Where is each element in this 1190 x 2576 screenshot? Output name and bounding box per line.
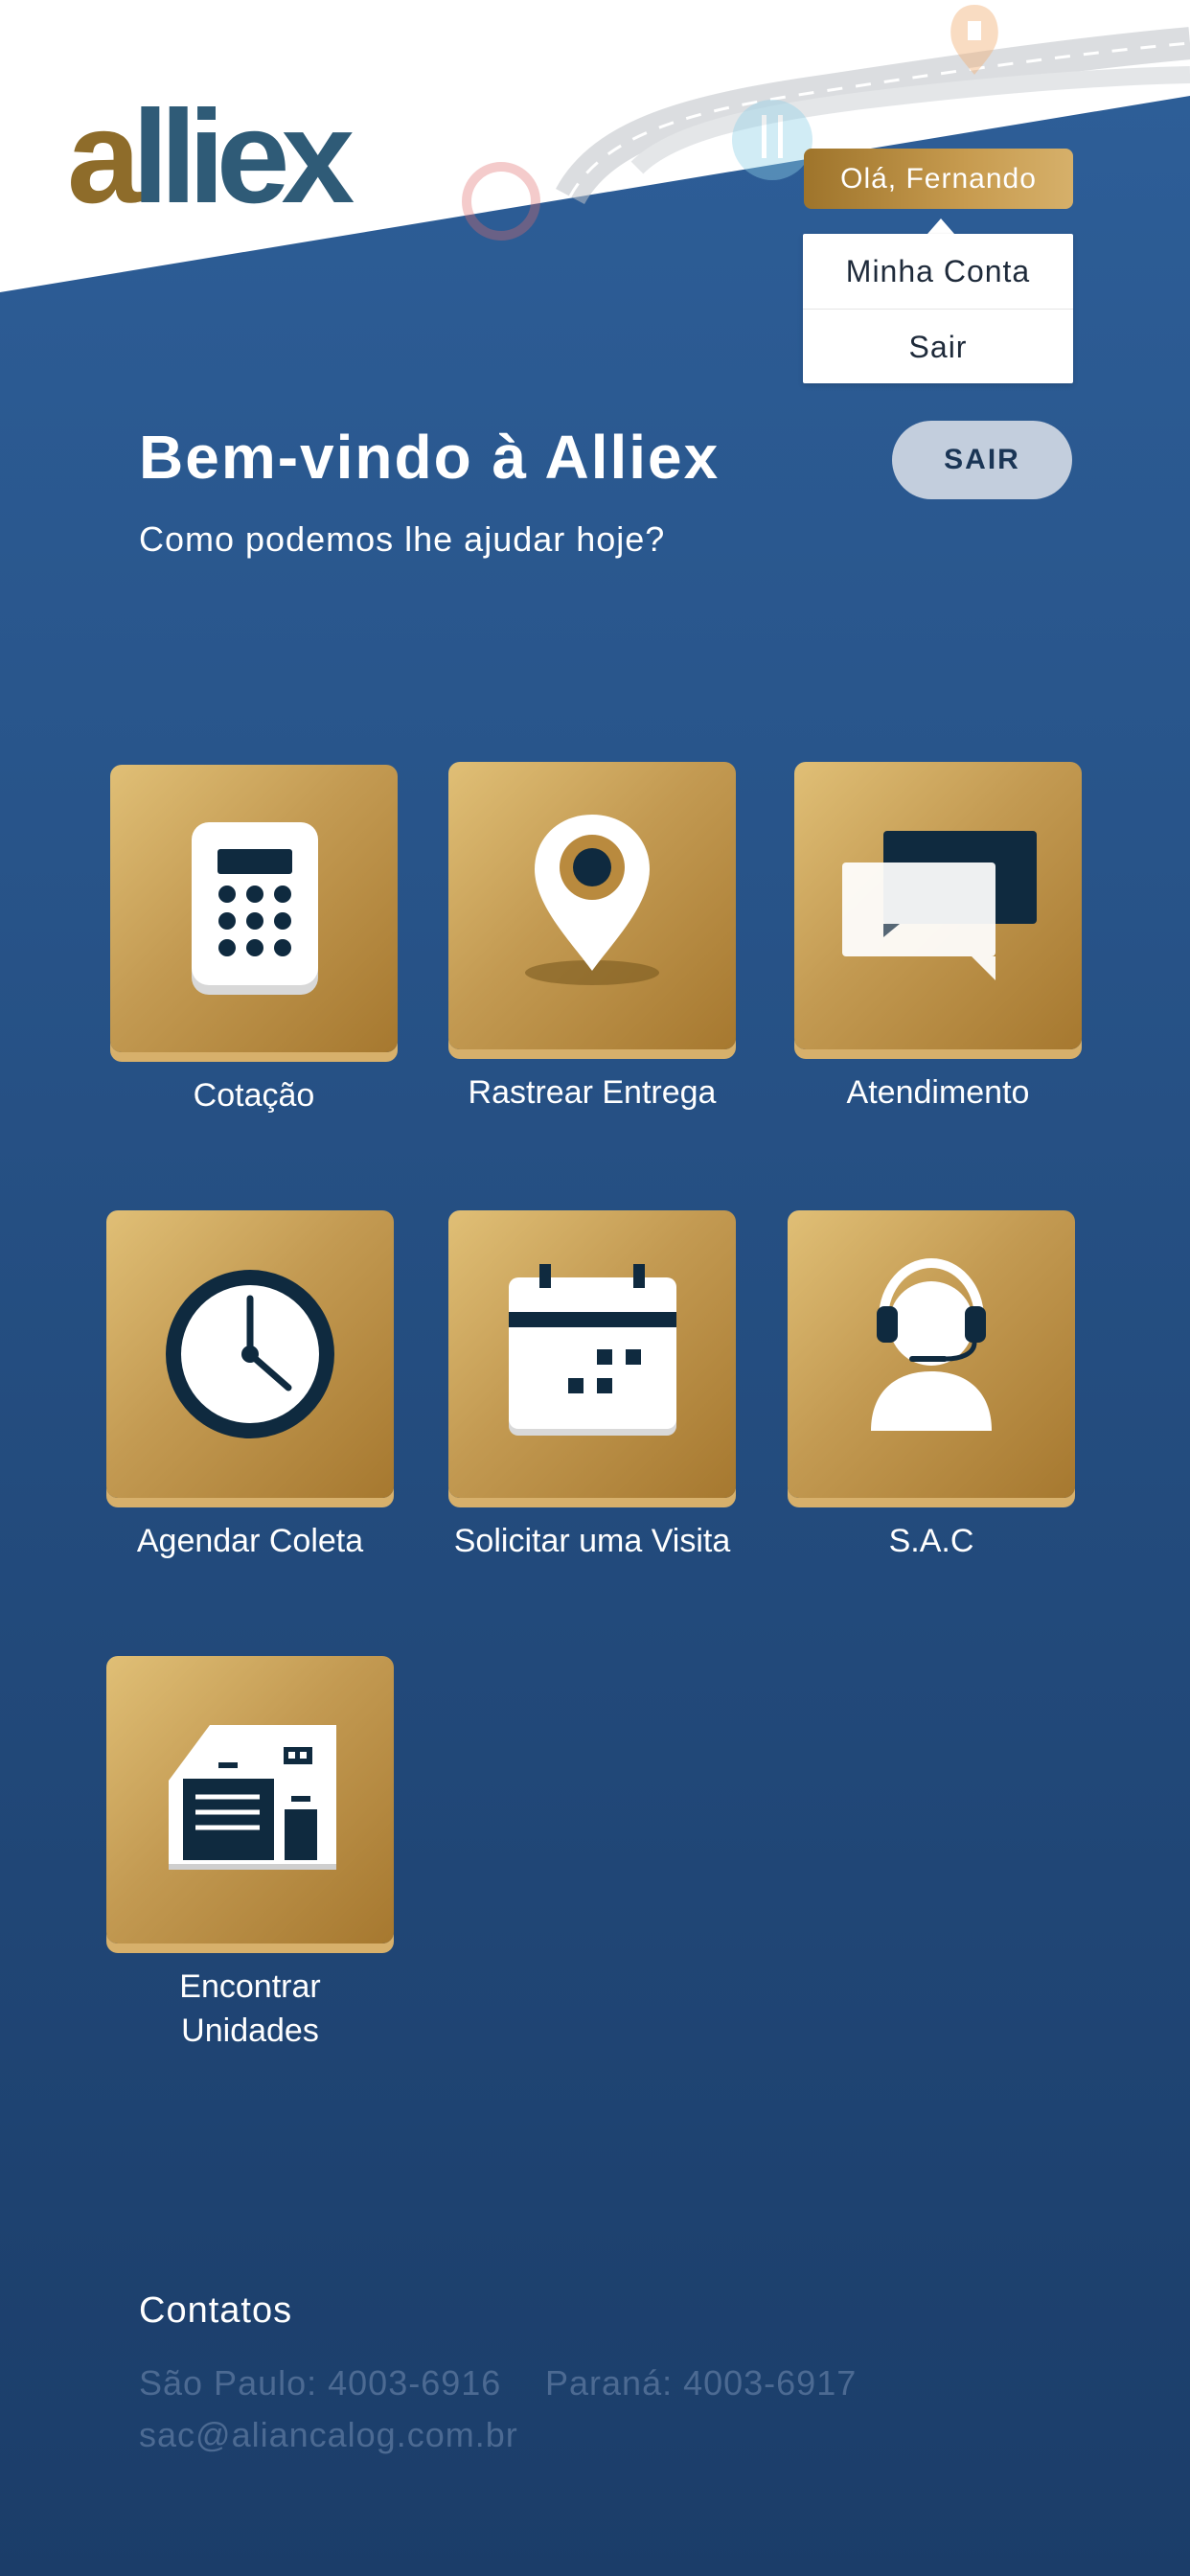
tile-icon-box xyxy=(448,1210,736,1498)
tile-label: Solicitar uma Visita xyxy=(453,1523,731,1559)
tile-icon-box xyxy=(794,762,1082,1049)
menu-item-minha-conta[interactable]: Minha Conta xyxy=(803,234,1073,309)
logo-wordmark: lliex xyxy=(131,83,355,231)
tile-icon-box xyxy=(106,1656,394,1944)
page-title: Bem-vindo à Alliex xyxy=(139,423,721,492)
tile-agendar-coleta[interactable]: Agendar Coleta xyxy=(106,1210,394,1563)
tile-icon-box xyxy=(110,765,398,1052)
dropdown-caret xyxy=(927,218,954,234)
calendar-icon xyxy=(509,1264,676,1436)
tile-label: Atendimento xyxy=(846,1074,1030,1111)
tile-icon-box xyxy=(106,1210,394,1498)
user-greeting-label: Olá, Fernando xyxy=(840,162,1037,195)
contact-email[interactable]: sac@aliancalog.com.br xyxy=(139,2415,518,2455)
alliex-logo: alliex xyxy=(67,91,355,223)
tile-icon-box xyxy=(448,762,736,1049)
menu-item-label: Minha Conta xyxy=(845,253,1031,288)
tile-rastrear-entrega[interactable]: Rastrear Entrega xyxy=(448,762,736,1115)
tile-encontrar-unidades[interactable]: Encontrar Unidades xyxy=(106,1656,394,2053)
tile-label: S.A.C xyxy=(888,1523,974,1559)
tile-label: Agendar Coleta xyxy=(136,1523,364,1559)
contacts-title: Contatos xyxy=(139,2290,293,2331)
map-pin-icon xyxy=(525,815,659,985)
page-subtitle: Como podemos lhe ajudar hoje? xyxy=(139,519,666,559)
clock-icon xyxy=(166,1270,334,1438)
tile-label: Encontrar Unidades xyxy=(179,1968,321,2049)
tile-solicitar-visita[interactable]: Solicitar uma Visita xyxy=(448,1210,736,1563)
restaurant-sign-icon xyxy=(732,100,812,180)
phone-sao-paulo[interactable]: São Paulo: 4003-6916 xyxy=(139,2363,501,2404)
phone-parana[interactable]: Paraná: 4003-6917 xyxy=(545,2363,857,2404)
logo-letter-a: a xyxy=(67,83,141,231)
tile-atendimento[interactable]: Atendimento xyxy=(794,762,1082,1115)
logout-button-label: SAIR xyxy=(944,444,1020,475)
calculator-icon xyxy=(192,822,318,995)
tile-cotacao[interactable]: Cotação xyxy=(110,765,398,1117)
tile-label: Cotação xyxy=(193,1077,315,1114)
user-dropdown-menu: Minha Conta Sair xyxy=(803,234,1073,383)
tile-label: Rastrear Entrega xyxy=(468,1074,717,1111)
menu-item-sair[interactable]: Sair xyxy=(803,309,1073,384)
headset-agent-icon xyxy=(871,1257,992,1431)
tile-sac[interactable]: S.A.C xyxy=(788,1210,1075,1563)
logout-button[interactable]: SAIR xyxy=(892,421,1072,499)
tile-icon-box xyxy=(788,1210,1075,1498)
chat-bubbles-icon xyxy=(842,831,1037,980)
menu-item-label: Sair xyxy=(908,329,968,364)
building-icon xyxy=(169,1725,336,1870)
user-greeting-button[interactable]: Olá, Fernando xyxy=(804,149,1073,209)
